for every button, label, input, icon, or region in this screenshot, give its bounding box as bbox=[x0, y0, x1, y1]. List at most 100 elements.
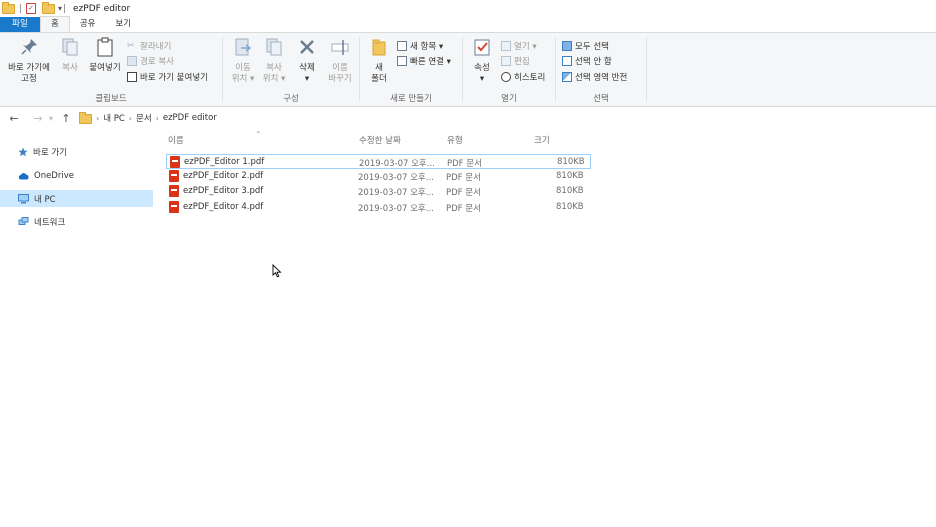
back-arrow-icon[interactable]: ← bbox=[6, 112, 22, 125]
tab-file[interactable]: 파일 bbox=[0, 17, 40, 32]
forward-arrow-icon[interactable]: → bbox=[30, 112, 46, 125]
chevron-right-icon[interactable]: › bbox=[156, 114, 159, 123]
delete-label-2: ▾ bbox=[304, 74, 310, 84]
chevron-right-icon[interactable]: › bbox=[96, 114, 99, 123]
select-none-button[interactable]: 선택 안 함 bbox=[562, 55, 612, 67]
delete-label-1: 삭제 bbox=[299, 63, 315, 73]
pin-to-quick-access-button[interactable]: 바로 가기에 고정 bbox=[4, 37, 54, 85]
new-folder-label-1: 새 bbox=[375, 63, 383, 73]
new-folder-button[interactable]: 새 폴더 bbox=[365, 37, 393, 85]
file-date: 2019-03-07 오후... bbox=[359, 159, 435, 169]
network-icon bbox=[18, 216, 29, 225]
recent-locations-icon[interactable]: ▾ bbox=[46, 114, 56, 123]
delete-button[interactable]: 삭제 ▾ bbox=[293, 37, 321, 85]
easy-access-icon bbox=[397, 56, 407, 66]
edit-button[interactable]: 편집 bbox=[501, 55, 530, 67]
file-name: ezPDF_Editor 4.pdf bbox=[183, 202, 264, 212]
copy-path-label: 경로 복사 bbox=[140, 57, 174, 67]
nav-item-label: 바로 가기 bbox=[33, 147, 67, 158]
open-group-label: 열기 bbox=[501, 94, 517, 104]
file-name: ezPDF_Editor 1.pdf bbox=[184, 157, 265, 167]
copy-button[interactable]: 복사 bbox=[56, 37, 84, 74]
copy-icon bbox=[62, 38, 78, 56]
copy-path-button[interactable]: 경로 복사 bbox=[127, 55, 174, 67]
paste-shortcut-icon bbox=[127, 72, 137, 82]
file-type: PDF 문서 bbox=[446, 188, 481, 198]
file-row[interactable]: ezPDF_Editor 1.pdf 2019-03-07 오후... PDF … bbox=[166, 154, 591, 169]
nav-item-label: OneDrive bbox=[34, 170, 74, 181]
organize-group-label: 구성 bbox=[283, 94, 299, 104]
new-item-icon bbox=[397, 41, 407, 51]
select-all-button[interactable]: 모두 선택 bbox=[562, 40, 609, 52]
new-folder-icon[interactable] bbox=[42, 1, 55, 14]
scissors-icon: ✂ bbox=[127, 41, 135, 51]
clipboard-group-label: 클립보드 bbox=[95, 94, 127, 104]
copy-path-icon bbox=[127, 56, 137, 66]
mouse-cursor-icon bbox=[272, 264, 282, 278]
invert-selection-icon bbox=[562, 72, 572, 82]
address-bar[interactable]: › 내 PC › 문서 › ezPDF editor bbox=[79, 110, 936, 126]
tab-view[interactable]: 보기 bbox=[105, 17, 141, 32]
pin-label-2: 고정 bbox=[21, 74, 37, 84]
file-type: PDF 문서 bbox=[446, 204, 481, 214]
column-header-size[interactable]: 크기 bbox=[534, 134, 550, 146]
sort-ascending-icon: ⌃ bbox=[255, 130, 262, 139]
paste-shortcut-button[interactable]: 바로 가기 붙여넣기 bbox=[127, 71, 208, 83]
move-to-button[interactable]: 이동 위치 ▾ bbox=[228, 37, 258, 85]
invert-selection-label: 선택 영역 반전 bbox=[575, 73, 628, 83]
pdf-file-icon bbox=[169, 170, 179, 182]
column-header-name[interactable]: 이름 bbox=[168, 134, 184, 146]
up-arrow-icon[interactable]: ↑ bbox=[58, 112, 74, 125]
file-row[interactable]: ezPDF_Editor 4.pdf 2019-03-07 오후... PDF … bbox=[166, 200, 591, 215]
history-button[interactable]: 히스토리 bbox=[501, 71, 545, 83]
tab-home[interactable]: 홈 bbox=[40, 16, 70, 32]
file-date: 2019-03-07 오후... bbox=[358, 188, 434, 198]
edit-label: 편집 bbox=[514, 57, 530, 67]
column-header-type[interactable]: 유형 bbox=[447, 134, 463, 146]
column-header-date[interactable]: 수정한 날짜 bbox=[359, 134, 401, 146]
rename-button[interactable]: 이름 바꾸기 bbox=[325, 37, 355, 85]
nav-item-label: 내 PC bbox=[34, 194, 56, 205]
move-to-icon bbox=[235, 38, 252, 56]
chevron-right-icon[interactable]: › bbox=[129, 114, 132, 123]
new-item-button[interactable]: 새 항목 ▾ bbox=[397, 40, 443, 52]
file-date: 2019-03-07 오후... bbox=[358, 204, 434, 214]
nav-item-quick-access[interactable]: 바로 가기 bbox=[0, 143, 153, 160]
file-type: PDF 문서 bbox=[446, 173, 481, 183]
easy-access-button[interactable]: 빠른 연결 ▾ bbox=[397, 55, 451, 67]
divider bbox=[646, 37, 647, 101]
nav-item-onedrive[interactable]: OneDrive bbox=[0, 167, 153, 184]
breadcrumb-this-pc[interactable]: 내 PC bbox=[103, 112, 125, 124]
nav-item-this-pc[interactable]: 내 PC bbox=[0, 190, 153, 207]
paste-button[interactable]: 붙여넣기 bbox=[86, 37, 124, 74]
copy-label: 복사 bbox=[62, 63, 78, 73]
breadcrumb-ezpdf-editor[interactable]: ezPDF editor bbox=[163, 113, 217, 123]
tab-share[interactable]: 공유 bbox=[70, 17, 106, 32]
open-button[interactable]: 열기 ▾ bbox=[501, 40, 537, 52]
nav-item-network[interactable]: 네트워크 bbox=[0, 213, 153, 230]
properties-label-2: ▾ bbox=[479, 74, 485, 84]
properties-icon[interactable]: ✓ bbox=[26, 3, 36, 14]
select-all-label: 모두 선택 bbox=[575, 42, 609, 52]
new-group-label: 새로 만들기 bbox=[390, 94, 432, 104]
breadcrumb-documents[interactable]: 문서 bbox=[136, 112, 152, 124]
cut-button[interactable]: ✂ 잘라내기 bbox=[127, 40, 171, 52]
window-title: ezPDF editor bbox=[73, 3, 131, 14]
select-none-label: 선택 안 함 bbox=[575, 57, 612, 67]
properties-button[interactable]: 속성 ▾ bbox=[467, 37, 497, 85]
invert-selection-button[interactable]: 선택 영역 반전 bbox=[562, 71, 627, 83]
customize-quick-access-icon[interactable]: ▾ bbox=[58, 4, 62, 13]
new-folder-label-2: 폴더 bbox=[371, 74, 387, 84]
copy-to-icon bbox=[266, 38, 282, 56]
file-row[interactable]: ezPDF_Editor 3.pdf 2019-03-07 오후... PDF … bbox=[166, 184, 591, 199]
file-row[interactable]: ezPDF_Editor 2.pdf 2019-03-07 오후... PDF … bbox=[166, 169, 591, 184]
select-group: 모두 선택 선택 안 함 선택 영역 반전 선택 bbox=[556, 33, 646, 106]
delete-x-icon bbox=[300, 40, 314, 54]
copy-to-button[interactable]: 복사 위치 ▾ bbox=[259, 37, 289, 85]
history-label: 히스토리 bbox=[514, 73, 546, 83]
navigation-pane: 바로 가기 OneDrive 내 PC 네트워크 bbox=[0, 130, 160, 527]
file-name: ezPDF_Editor 2.pdf bbox=[183, 171, 264, 181]
properties-icon bbox=[474, 39, 490, 56]
divider bbox=[20, 4, 21, 13]
select-none-icon bbox=[562, 56, 572, 66]
